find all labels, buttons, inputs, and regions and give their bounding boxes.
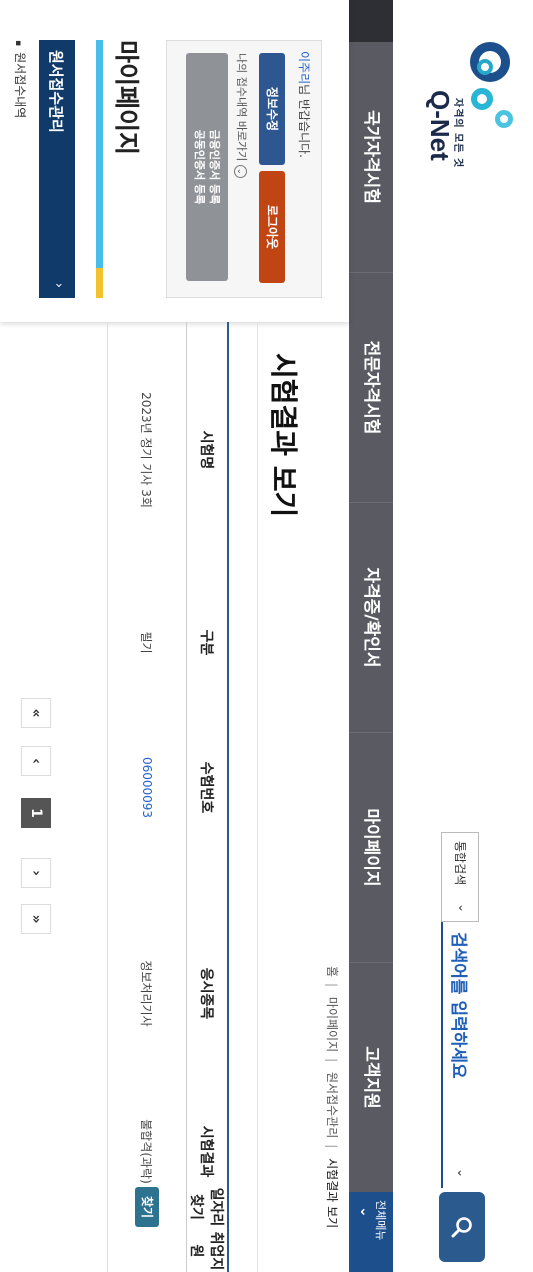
- left-panel: 이주리님 반갑습니다. 정보수정 로그아웃 나의 접수내역 바로가기 ⌄ 금융인…: [0, 0, 349, 322]
- search-button[interactable]: [439, 1192, 485, 1262]
- job-search-button[interactable]: 찾기: [135, 1187, 159, 1227]
- certificate-register-button[interactable]: 금융인증서 등록 공동인증서 등록: [186, 53, 228, 281]
- cell-job-search: 찾기: [107, 1184, 187, 1230]
- title-underline-accent: [96, 268, 103, 298]
- breadcrumb-application[interactable]: 원서접수관리: [325, 1072, 339, 1138]
- search-input[interactable]: 검색어를 입력하세요 ⌄: [441, 922, 479, 1188]
- search-icon: [451, 1217, 472, 1238]
- col-subject: 응시종목: [186, 868, 228, 1119]
- search-scope-label: 통합검색: [453, 841, 467, 886]
- all-menu-button[interactable]: 전체메뉴 ⌄: [349, 1192, 393, 1272]
- cell-exam-number[interactable]: 06000093: [107, 707, 187, 868]
- logout-button[interactable]: 로그아웃: [259, 171, 285, 283]
- main-content: 홈| 마이페이지| 원서접수관리| 시험결과 보기 시험결과 보기 시험명 구분…: [0, 322, 349, 1272]
- cell-exam-name: 2023년 정기 기사 3회: [107, 322, 187, 578]
- welcome-box: 이주리님 반갑습니다. 정보수정 로그아웃 나의 접수내역 바로가기 ⌄ 금융인…: [166, 40, 322, 298]
- nav-home-block: [349, 0, 393, 42]
- top-header: 자격의 모든 것 Q-Net 통합검색 ⌄ 검색어를 입력하세요 ⌄: [393, 0, 533, 1272]
- sidebar-subitem-application-history[interactable]: 원서접수내역: [12, 40, 29, 118]
- title-underline: [96, 40, 103, 268]
- logo-name: Q-Net: [425, 90, 455, 161]
- breadcrumb: 홈| 마이페이지| 원서접수관리| 시험결과 보기: [325, 966, 339, 1229]
- sidebar-item-application-management[interactable]: 원서접수관리 ›: [39, 40, 75, 298]
- logo-ring-small-icon: [495, 110, 513, 128]
- col-job-search: 일자리찾기: [186, 1184, 228, 1230]
- col-exam-number: 수험번호: [186, 707, 228, 868]
- greeting-suffix: 님 반갑습니다.: [297, 84, 311, 158]
- sidebar-item-label: 원서접수관리: [47, 50, 65, 133]
- cell-result: 불합격(과락): [107, 1119, 187, 1184]
- page-title: 시험결과 보기: [267, 353, 300, 518]
- application-shortcut-link[interactable]: 나의 접수내역 바로가기 ⌄: [234, 53, 250, 178]
- all-menu-label: 전체메뉴: [374, 1200, 387, 1241]
- pagination: « ‹ 1 › »: [15, 322, 51, 1272]
- page-1-button[interactable]: 1: [21, 798, 51, 828]
- table-header-row: 시험명 구분 수험번호 응시종목 시험결과 일자리찾기 취업지원: [186, 322, 228, 1272]
- col-type: 구분: [186, 578, 228, 707]
- chevron-down-icon: ⌄: [357, 1206, 373, 1218]
- cell-job-support: [107, 1230, 187, 1272]
- edit-profile-button[interactable]: 정보수정: [259, 53, 285, 165]
- logo-q-icon: [470, 42, 510, 82]
- next-page-button[interactable]: ›: [21, 858, 51, 888]
- shortcut-label: 나의 접수내역 바로가기: [235, 53, 248, 162]
- col-job-support: 취업지원: [186, 1230, 228, 1272]
- cell-type: 필기: [107, 578, 187, 707]
- breadcrumb-home[interactable]: 홈: [325, 966, 339, 977]
- first-page-button[interactable]: «: [21, 698, 51, 728]
- nav-item-professional-exam[interactable]: 전문자격시험: [349, 272, 393, 502]
- qnet-logo[interactable]: 자격의 모든 것 Q-Net: [403, 38, 513, 188]
- cert-line-joint: 공동인증서 등록: [193, 129, 206, 205]
- nav-item-national-exam[interactable]: 국가자격시험: [349, 42, 393, 272]
- cell-subject: 정보처리기사: [107, 868, 187, 1119]
- result-table: 시험명 구분 수험번호 응시종목 시험결과 일자리찾기 취업지원 2023년 정…: [107, 322, 229, 1272]
- welcome-text: 이주리님 반갑습니다.: [296, 51, 313, 158]
- chevron-down-icon: ⌄: [456, 902, 470, 913]
- nav-item-support[interactable]: 고객지원: [349, 962, 393, 1192]
- last-page-button[interactable]: »: [21, 904, 51, 934]
- chevron-right-icon: ›: [51, 282, 66, 288]
- search-scope-select[interactable]: 통합검색 ⌄: [441, 832, 479, 922]
- cert-line-financial: 금융인증서 등록: [208, 129, 221, 205]
- nav-item-certificates[interactable]: 자격증/확인서: [349, 502, 393, 732]
- page: 자격의 모든 것 Q-Net 통합검색 ⌄ 검색어를 입력하세요 ⌄ 국가자격시…: [0, 0, 533, 1272]
- chevron-circle-icon: ⌄: [234, 164, 248, 178]
- user-name: 이주리: [297, 51, 311, 85]
- breadcrumb-current: 시험결과 보기: [325, 1158, 339, 1229]
- nav-item-mypage[interactable]: 마이페이지: [349, 732, 393, 962]
- chevron-down-icon[interactable]: ⌄: [455, 1168, 469, 1178]
- search-placeholder: 검색어를 입력하세요: [448, 932, 468, 1079]
- breadcrumb-mypage[interactable]: 마이페이지: [325, 997, 339, 1052]
- divider: [257, 322, 258, 1272]
- col-result: 시험결과: [186, 1119, 228, 1184]
- prev-page-button[interactable]: ‹: [21, 746, 51, 776]
- logo-ring-icon: [471, 88, 493, 110]
- table-row: 2023년 정기 기사 3회 필기 06000093 정보처리기사 불합격(과락…: [107, 322, 187, 1272]
- main-nav: 국가자격시험 전문자격시험 자격증/확인서 마이페이지 고객지원 전체메뉴 ⌄: [349, 0, 393, 1272]
- sidebar-title: 마이페이지: [112, 40, 141, 156]
- col-exam-name: 시험명: [186, 322, 228, 578]
